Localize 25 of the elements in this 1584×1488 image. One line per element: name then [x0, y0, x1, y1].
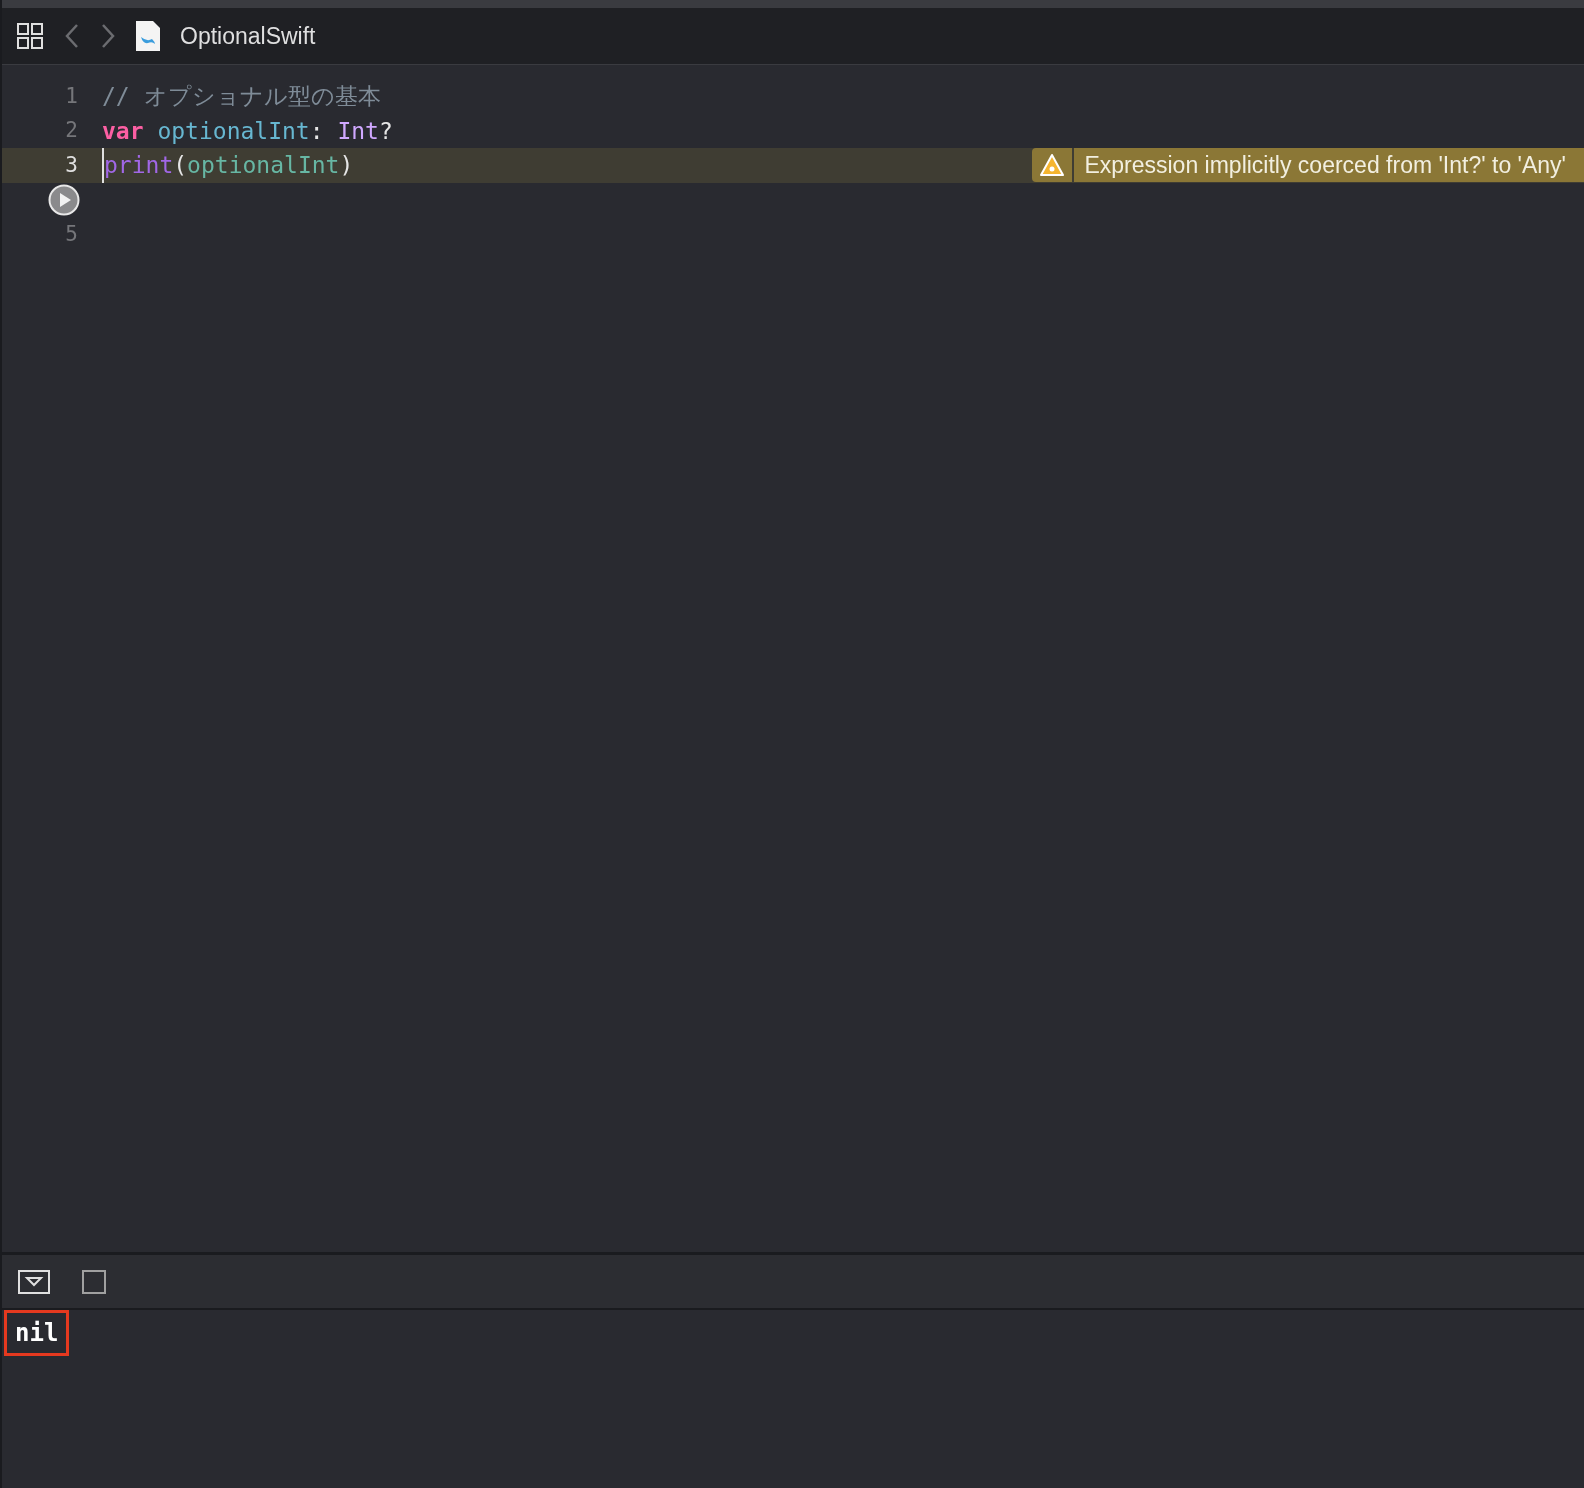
console-output: nil [4, 1310, 70, 1356]
grid-icon[interactable] [16, 22, 44, 50]
code-token: print [104, 151, 174, 180]
warning-icon [1039, 153, 1066, 178]
code-token: ( [173, 151, 188, 180]
forward-icon[interactable] [100, 23, 116, 49]
warning-banner: Expression implicitly coerced from 'Int?' to 'Any' [1032, 148, 1584, 183]
square-icon[interactable] [82, 1269, 106, 1294]
code-token: optionalInt [157, 116, 310, 146]
back-icon[interactable] [64, 23, 80, 49]
hide-console-icon[interactable] [18, 1269, 50, 1294]
code-token: ) [339, 151, 354, 180]
code-token: // オプショナル型の基本 [102, 82, 381, 111]
file-tab-title[interactable]: OptionalSwift [180, 18, 316, 54]
code-token: Int [337, 116, 379, 146]
code-token: : [309, 116, 325, 146]
line-number: 2 [65, 117, 78, 144]
run-icon[interactable] [48, 183, 80, 216]
line-number: 3 [65, 151, 78, 179]
line-number: 1 [65, 82, 78, 110]
swift-file-icon [136, 21, 160, 51]
code-token: var [102, 116, 145, 146]
code-token: optionalInt [187, 151, 340, 180]
code-token: ? [378, 116, 393, 146]
line-number: 5 [65, 220, 78, 248]
